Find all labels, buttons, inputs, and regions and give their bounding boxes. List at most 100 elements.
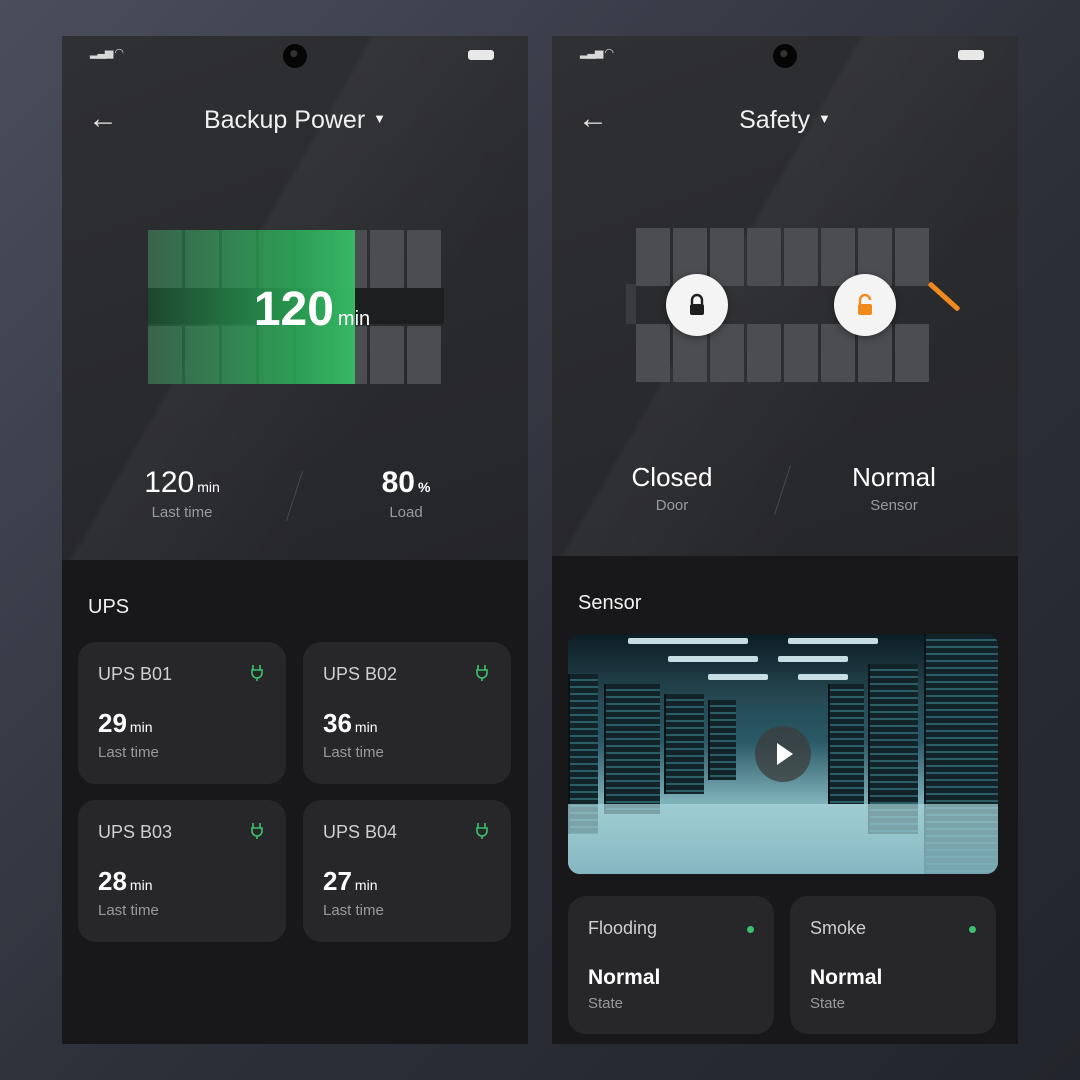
ups-card[interactable]: UPS B02 36 min Last time: [303, 642, 511, 784]
top-nav: ← Backup Power ▼: [62, 102, 528, 142]
play-icon[interactable]: [755, 726, 811, 782]
stat-last-time: 120 min Last time: [92, 466, 272, 521]
plug-icon: [251, 665, 263, 681]
door-panel: [895, 228, 929, 286]
ceiling-light: [628, 638, 748, 644]
section-title-sensor: Sensor: [578, 592, 642, 614]
battery-icon: [958, 50, 984, 60]
ups-value: 27: [323, 866, 352, 896]
page-title: Safety: [739, 106, 810, 134]
ups-value: 29: [98, 708, 127, 738]
ups-card[interactable]: UPS B03 28 min Last time: [78, 800, 286, 942]
server-rack: [664, 694, 704, 794]
ups-value: 36: [323, 708, 352, 738]
status-dot-icon: [747, 926, 754, 933]
top-nav: ← Safety ▼: [552, 102, 1018, 142]
ups-name: UPS B04: [323, 822, 398, 842]
door-panel: [636, 228, 670, 286]
ups-label: Last time: [98, 744, 159, 761]
ups-unit: min: [354, 877, 378, 893]
ceiling-light: [798, 674, 848, 680]
ups-name: UPS B02: [323, 664, 398, 684]
plug-icon: [476, 665, 488, 681]
section-title-ups: UPS: [88, 596, 130, 618]
stat-label: Last time: [151, 504, 213, 521]
door-frame: [626, 284, 636, 324]
sensor-label: State: [588, 995, 624, 1012]
gauge-value: 120 min: [182, 282, 442, 337]
stat-value: 120: [144, 466, 195, 499]
door-panels-bottom: [636, 324, 929, 382]
page-title-dropdown[interactable]: Safety ▼: [552, 106, 1018, 135]
ups-card[interactable]: UPS B04 27 min Last time: [303, 800, 511, 942]
ups-name: UPS B03: [98, 822, 173, 842]
caret-down-icon: ▼: [373, 111, 387, 126]
sensor-name: Smoke: [810, 918, 867, 938]
stat-unit: %: [417, 479, 431, 495]
door-panels-top: [636, 228, 929, 286]
door-panel: [710, 324, 744, 382]
sensor-value: Normal: [810, 966, 883, 989]
ups-label: Last time: [323, 744, 384, 761]
sensor-card-flooding[interactable]: Flooding Normal State: [568, 896, 774, 1034]
lock-open-button[interactable]: [834, 274, 896, 336]
summary-stats: Closed Door Normal Sensor: [552, 462, 1018, 536]
stat-value: Closed: [631, 462, 713, 492]
gauge-number: 120: [253, 283, 334, 336]
sensor-name: Flooding: [588, 918, 658, 938]
summary-stats: 120 min Last time 80% Load: [62, 466, 528, 536]
ceiling-light: [668, 656, 758, 662]
status-dot-icon: [969, 926, 976, 933]
page-title-dropdown[interactable]: Backup Power ▼: [62, 106, 528, 135]
camera-icon: [773, 44, 797, 68]
page-title: Backup Power: [203, 106, 366, 134]
plug-icon: [251, 823, 263, 839]
stat-value: Normal: [852, 462, 936, 492]
video-floor: [568, 804, 998, 874]
ups-name: UPS B01: [98, 664, 173, 684]
lock-closed-icon: [690, 293, 704, 315]
battery-cell: [370, 230, 404, 288]
lock-open-icon: [858, 293, 872, 315]
stat-label: Door: [655, 497, 689, 514]
ups-label: Last time: [98, 902, 159, 919]
gauge-unit: min: [337, 308, 371, 330]
server-rack: [604, 684, 660, 814]
door-panel: [821, 324, 855, 382]
sensor-label: State: [810, 995, 846, 1012]
sensor-value: Normal: [588, 966, 661, 989]
ceiling-light: [788, 638, 878, 644]
battery-cell: [407, 230, 441, 288]
stat-sensor: Normal Sensor: [804, 462, 984, 514]
signal-wifi-icon: ▂▃▅ ◠: [90, 47, 124, 59]
backup-power-screen: ▂▃▅ ◠ ← Backup Power ▼ 120 min 120 min L…: [62, 36, 528, 1044]
battery-icon: [468, 50, 494, 60]
caret-down-icon: ▼: [818, 111, 831, 126]
ups-card[interactable]: UPS B01 29 min Last time: [78, 642, 286, 784]
lock-closed-button[interactable]: [666, 274, 728, 336]
door-panel: [895, 324, 929, 382]
status-bar: ▂▃▅ ◠: [552, 44, 1018, 68]
ceiling-light: [708, 674, 768, 680]
door-panel: [784, 228, 818, 286]
stat-label: Load: [389, 504, 423, 521]
stat-label: Sensor: [870, 497, 918, 514]
stat-value: 80: [381, 466, 415, 499]
stat-door: Closed Door: [582, 462, 762, 514]
door-panel: [747, 228, 781, 286]
door-panel: [784, 324, 818, 382]
ups-value: 28: [98, 866, 127, 896]
ups-unit: min: [354, 719, 378, 735]
stat-unit: min: [197, 479, 220, 495]
stat-load: 80% Load: [316, 466, 496, 521]
camera-feed-video[interactable]: [568, 634, 998, 874]
sensor-card-smoke[interactable]: Smoke Normal State: [790, 896, 996, 1034]
ups-unit: min: [129, 719, 153, 735]
status-bar: ▂▃▅ ◠: [62, 44, 528, 68]
ups-unit: min: [129, 877, 153, 893]
server-rack: [708, 700, 736, 780]
signal-wifi-icon: ▂▃▅ ◠: [580, 47, 614, 59]
ceiling-light: [778, 656, 848, 662]
server-rack: [828, 684, 864, 804]
ups-label: Last time: [323, 902, 384, 919]
